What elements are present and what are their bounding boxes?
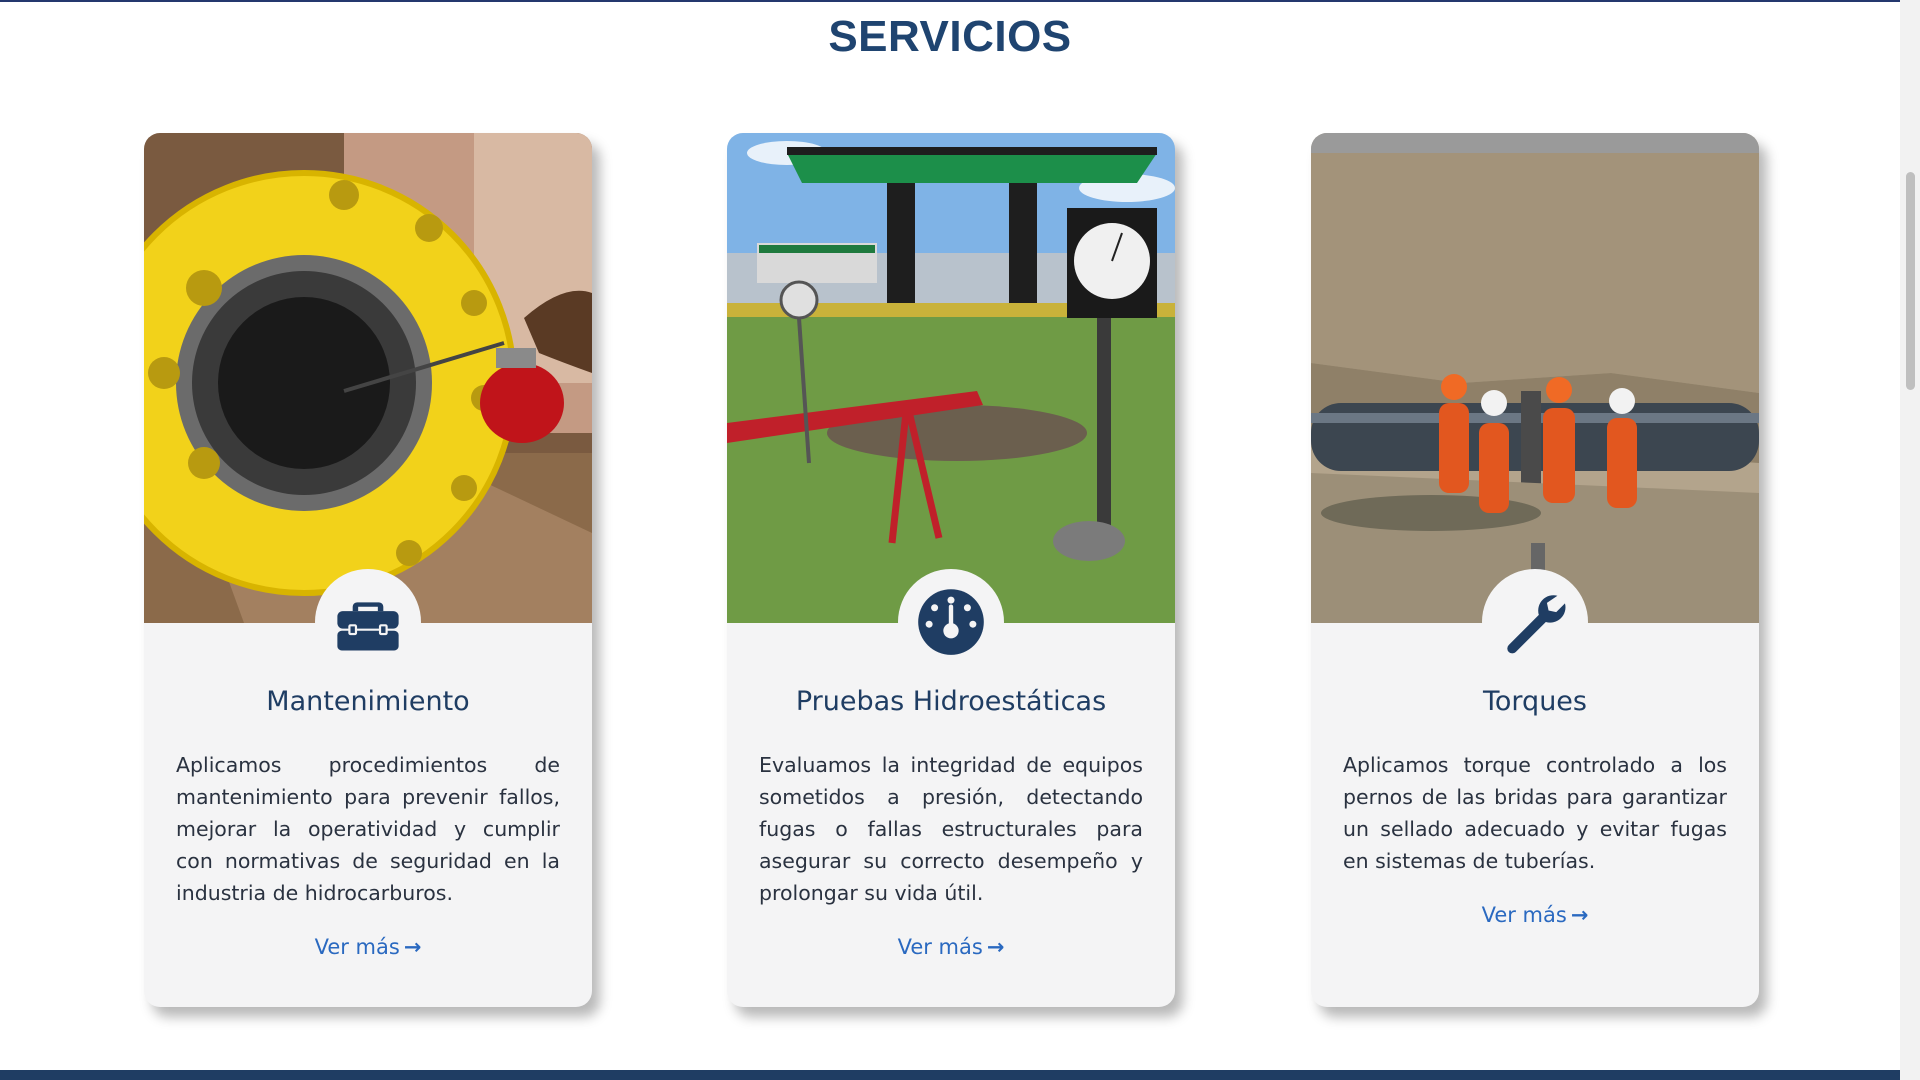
- ver-mas-label: Ver más: [897, 935, 983, 959]
- gauge-icon-badge: [898, 569, 1004, 675]
- toolbox-icon: [337, 602, 399, 651]
- service-card-pruebas-hidroestaticas: Pruebas Hidroestáticas Evaluamos la inte…: [727, 133, 1175, 1007]
- service-card-mantenimiento: Mantenimiento Aplicamos procedimientos d…: [144, 133, 592, 1007]
- card-description: Evaluamos la integridad de equipos somet…: [759, 753, 1143, 905]
- arrow-right-icon: →: [1570, 903, 1589, 927]
- ver-mas-link-torques[interactable]: Ver más →: [1311, 903, 1759, 927]
- pruebas-hidroestaticas-photo: [727, 133, 1175, 623]
- service-card-torques: Torques Aplicamos torque controlado a lo…: [1311, 133, 1759, 1007]
- wrench-icon-badge: [1482, 569, 1588, 675]
- wrench-icon: [1507, 595, 1566, 654]
- card-title: Pruebas Hidroestáticas: [795, 686, 1107, 717]
- scrollbar-thumb[interactable]: [1906, 172, 1915, 390]
- gauge-icon: [918, 589, 984, 655]
- torques-photo: [1311, 133, 1759, 623]
- arrow-right-icon: →: [403, 935, 422, 959]
- footer-band: [0, 1070, 1900, 1080]
- card-title: Mantenimiento: [266, 686, 470, 717]
- card-description: Aplicamos procedimientos de mantenimient…: [176, 753, 560, 905]
- services-grid: Mantenimiento Aplicamos procedimientos d…: [0, 0, 1900, 1080]
- card-description: Aplicamos torque controlado a los pernos…: [1343, 753, 1727, 873]
- ver-mas-label: Ver más: [1481, 903, 1567, 927]
- toolbox-icon-badge: [315, 569, 421, 675]
- mantenimiento-photo: [144, 133, 592, 623]
- ver-mas-link-mantenimiento[interactable]: Ver más →: [144, 935, 592, 959]
- ver-mas-link-pruebas-hidroestaticas[interactable]: Ver más →: [727, 935, 1175, 959]
- arrow-right-icon: →: [986, 935, 1005, 959]
- page-scrollbar[interactable]: [1900, 0, 1920, 1080]
- card-title: Torques: [1483, 686, 1587, 717]
- ver-mas-label: Ver más: [314, 935, 400, 959]
